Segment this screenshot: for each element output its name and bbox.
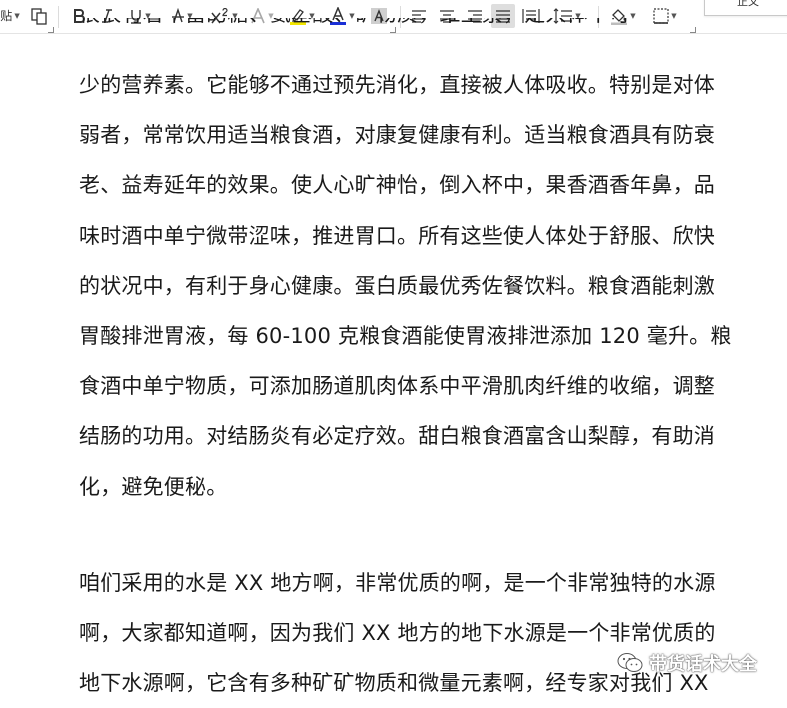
text-line: 胃酸排泄胃液，每 60-100 克粮食酒能使胃液排泄添加 120 毫升。粮 [79, 324, 732, 349]
copy-format-icon [31, 8, 47, 25]
paragraph-1: 少的营养素。它能够不通过预先消化，直接被人体吸收。特别是对体 弱者，常常饮用适当… [79, 60, 747, 512]
separator [58, 6, 59, 28]
cropped-line-fragment: 很很有着丰富的糖、氨基酸、矿物质，维生素，是人体不可 [79, 18, 630, 39]
text-line: 老、益寿延年的效果。使人心旷神怡，倒入杯中，果香酒香年鼻，品 [79, 173, 715, 198]
format-painter-button[interactable] [28, 4, 50, 28]
empty-paragraph [79, 512, 747, 558]
paste-label: 贴 [0, 9, 13, 23]
watermark-text: 带货话术大全 [649, 654, 757, 675]
document-body[interactable]: 很很有着丰富的糖、氨基酸、矿物质，维生素，是人体不可 少的营养素。它能够不通过预… [79, 18, 747, 708]
text-line: 结肠的功用。对结肠炎有必定疗效。甜白粮食酒富含山梨醇，有助消 [79, 424, 715, 449]
style-gallery-normal[interactable]: 正文 [704, 0, 787, 16]
paste-button[interactable]: 贴 ▼ [0, 4, 20, 28]
text-line: 少的营养素。它能够不通过预先消化，直接被人体吸收。特别是对体 [79, 73, 715, 97]
chevron-down-icon: ▼ [14, 12, 20, 20]
style-normal-label: 正文 [737, 0, 759, 8]
text-line: 化，避免便秘。 [79, 474, 228, 499]
text-line: 咱们采用的水是 XX 地方啊，非常优质的啊，是一个非常独特的水源 [79, 570, 716, 595]
text-line: 的状况中，有利于身心健康。蛋白质最优秀佐餐饮料。粮食酒能刺激 [79, 273, 715, 298]
text-line-cropped: 很很有着丰富的糖、氨基酸、矿物质，维生素，是人体不可 [79, 18, 747, 60]
text-line: 味时酒中单宁微带涩味，推进胃口。所有这些使人体处于舒服、欣快 [79, 223, 715, 248]
wechat-icon [617, 653, 643, 672]
text-line: 食酒中单宁物质，可添加肠道肌肉体系中平滑肌肉纤维的收缩，调整 [79, 374, 715, 399]
text-line: 弱者，常常饮用适当粮食酒，对康复健康有利。适当粮食酒具有防衰 [79, 123, 715, 148]
paragraph-2: 咱们采用的水是 XX 地方啊，非常优质的啊，是一个非常独特的水源 啊，大家都知道… [79, 558, 747, 708]
watermark: 带货话术大全 [617, 650, 757, 676]
clipboard-group-launcher-icon[interactable] [48, 27, 54, 33]
